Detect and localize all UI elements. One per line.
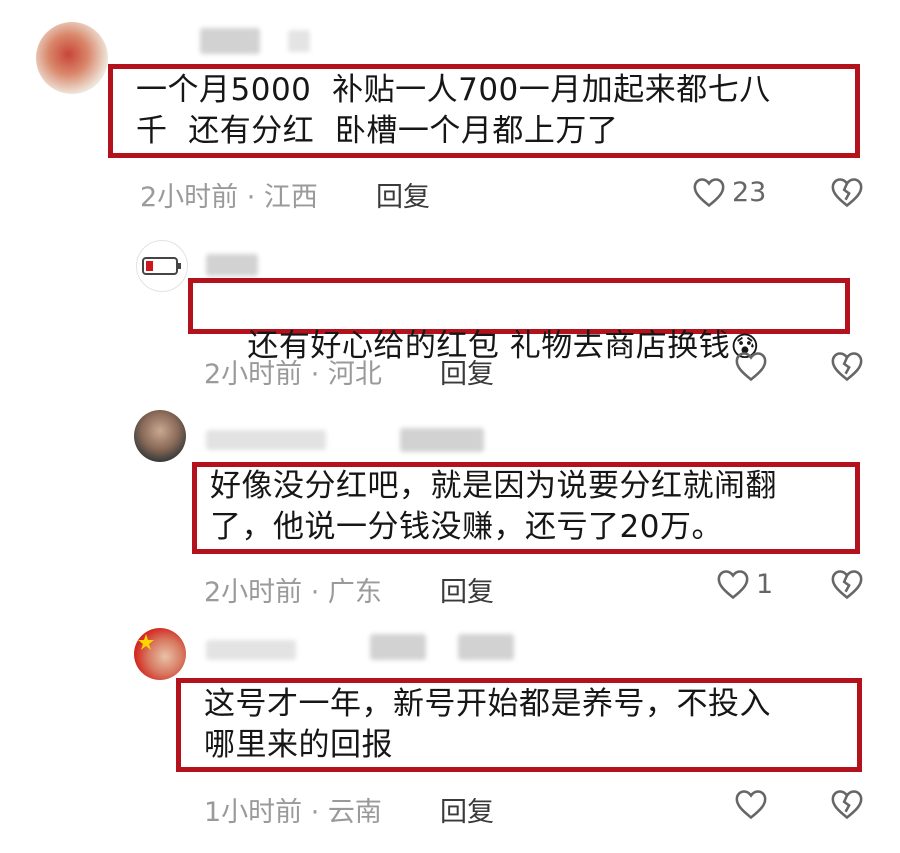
like-button[interactable]: 1	[716, 568, 773, 600]
blurred-username	[400, 428, 484, 452]
like-count: 1	[756, 568, 774, 600]
blurred-username	[200, 28, 260, 54]
reply-button[interactable]: 回复	[440, 790, 494, 829]
comment-text: 一个月5000 补贴一人700一月加起来都七八 千 还有分红 卧槽一个月都上万了	[136, 72, 771, 149]
comment-text: 这号才一年，新号开始都是养号，不投入 哪里来的回报	[204, 686, 771, 763]
heart-icon	[735, 790, 767, 820]
blurred-username	[288, 30, 310, 52]
blurred-username	[206, 254, 258, 276]
user-avatar[interactable]	[136, 240, 188, 292]
heart-icon	[735, 352, 767, 382]
broken-heart-icon	[831, 790, 863, 820]
dislike-button[interactable]	[830, 788, 864, 820]
user-avatar[interactable]	[134, 628, 186, 680]
comment-item-1: 一个月5000 补贴一人700一月加起来都七八 千 还有分红 卧槽一个月都上万了…	[0, 0, 900, 230]
blurred-username	[370, 634, 426, 660]
reply-button[interactable]: 回复	[440, 352, 494, 391]
user-avatar[interactable]	[36, 22, 108, 94]
blurred-username	[206, 640, 296, 660]
comment-item-2: 还有好心给的红包 礼物去商店换钱😰 2小时前 · 河北 回复	[0, 230, 900, 400]
broken-heart-icon	[831, 570, 863, 600]
blurred-username	[206, 430, 326, 450]
comment-text: 好像没分红吧，就是因为说要分红就闹翻 了，他说一分钱没赚，还亏了20万。	[210, 468, 777, 545]
comment-item-4: 这号才一年，新号开始都是养号，不投入 哪里来的回报 1小时前 · 云南 回复	[0, 620, 900, 853]
user-avatar[interactable]	[134, 410, 186, 462]
like-button[interactable]	[734, 788, 774, 820]
like-button[interactable]: 23	[692, 176, 766, 208]
dislike-button[interactable]	[830, 350, 864, 382]
battery-icon	[142, 257, 181, 275]
like-button[interactable]	[734, 350, 774, 382]
comment-time-location: 2小时前 · 广东	[204, 577, 382, 608]
comment-time-location: 2小时前 · 江西	[140, 182, 318, 213]
dislike-button[interactable]	[830, 176, 864, 208]
comment-time-location: 2小时前 · 河北	[204, 359, 382, 390]
dislike-button[interactable]	[830, 568, 864, 600]
reply-button[interactable]: 回复	[440, 570, 494, 609]
heart-icon	[693, 178, 725, 208]
blurred-username	[458, 634, 514, 660]
comment-time-location: 1小时前 · 云南	[204, 797, 382, 828]
broken-heart-icon	[831, 352, 863, 382]
broken-heart-icon	[831, 178, 863, 208]
flag-star-icon	[138, 634, 154, 650]
reply-button[interactable]: 回复	[376, 175, 430, 214]
comment-item-3: 好像没分红吧，就是因为说要分红就闹翻 了，他说一分钱没赚，还亏了20万。 2小时…	[0, 400, 900, 620]
like-count: 23	[732, 176, 767, 208]
heart-icon	[717, 570, 749, 600]
